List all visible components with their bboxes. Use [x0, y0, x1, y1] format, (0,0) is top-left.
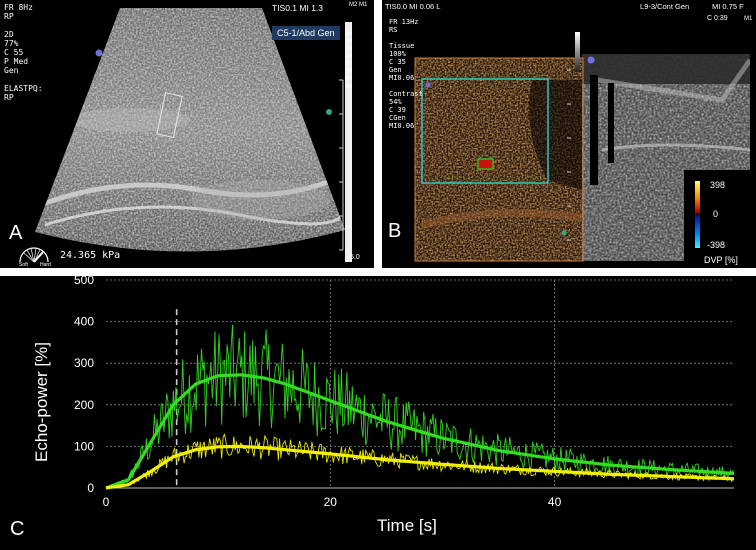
y-tick-label: 200	[74, 398, 94, 412]
depth-value: 5.0	[350, 254, 360, 261]
panel-letter-c: C	[10, 518, 25, 540]
x-tick-label: 0	[103, 495, 110, 509]
scale-values: 64 69 74 79 85 90 93 96	[345, 30, 353, 90]
contrast-ultrasound-image	[414, 32, 754, 268]
x-tick-label: 40	[548, 495, 562, 509]
corner-tag: M2 M1	[349, 2, 368, 8]
time-intensity-curve-panel: 0 100 200 300 400 500 0 20 40 Time [s] Echo-powe…	[0, 276, 756, 550]
header-mid: L9-3/Cont Gen	[640, 2, 690, 11]
preset-label: C5-1/Abd Gen	[272, 26, 340, 40]
x-tick-label: 20	[324, 495, 338, 509]
gauge-hard-label: Hard	[40, 262, 51, 268]
header-right: MI 0.75 F	[712, 2, 744, 11]
ultrasound-panel-a: FR 8Hz RP 2D 77% C 55 P Med Gen ELASTPQ:…	[0, 0, 374, 268]
imaging-parameters: FR 8Hz RP 2D 77% C 55 P Med Gen ELASTPQ:…	[4, 3, 43, 102]
x-axis-label: Time [s]	[377, 516, 437, 535]
liver-elastography-image	[19, 8, 352, 263]
colorbar-bottom-label: -398	[707, 240, 726, 250]
header-info: TIS0.1 MI 1.3	[272, 3, 324, 13]
gauge-soft-label: Soft	[19, 262, 28, 268]
y-tick-label: 500	[74, 276, 94, 287]
colorbar-top-label: 398	[710, 180, 726, 190]
time-intensity-chart: 0 100 200 300 400 500 0 20 40	[74, 276, 735, 509]
imaging-parameters-b: FR 13Hz RS Tissue 100% C 35 Gen MI0.06 C…	[389, 18, 423, 130]
y-tick-label: 300	[74, 356, 94, 370]
header-left: TIS0.0 MI 0.06 L	[385, 2, 441, 11]
colorbar-mid-label: 0	[713, 209, 719, 219]
y-tick-label: 0	[87, 481, 94, 495]
y-tick-label: 100	[74, 439, 94, 453]
corner-tag-b: M1	[744, 16, 753, 22]
stiffness-value: 24.365 kPa	[60, 250, 121, 261]
colorbar-unit: DVP [%]	[704, 255, 738, 265]
panel-letter-b: B	[388, 220, 402, 242]
timer-label: C 0:39	[707, 15, 728, 22]
panel-letter-a: A	[9, 222, 23, 244]
y-tick-label: 400	[74, 315, 94, 329]
y-axis-label: Echo-power [%]	[32, 342, 51, 462]
ultrasound-panel-b: TIS0.0 MI 0.06 L L9-3/Cont Gen MI 0.75 F…	[382, 0, 756, 268]
